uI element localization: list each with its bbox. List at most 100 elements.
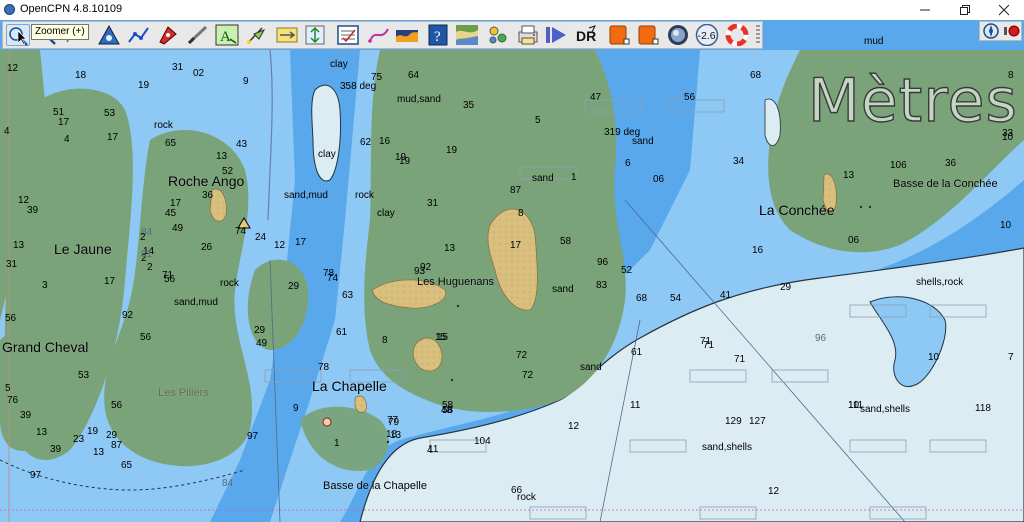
window-titlebar: OpenCPN 4.8.10109 — [0, 0, 1024, 21]
seabed-label: rock — [154, 120, 173, 131]
depth-sounding: 17 — [295, 237, 307, 248]
depth-sounding: 12 — [568, 421, 580, 432]
depth-sounding: 56 — [5, 313, 17, 324]
chart-bar-icon[interactable] — [395, 24, 419, 46]
chart-quilt-icon[interactable] — [455, 24, 479, 46]
place-les-piliers: Les Piliers — [158, 387, 209, 399]
close-icon[interactable] — [984, 0, 1024, 20]
depth-sounding: 9 — [293, 403, 299, 414]
depth-sounding: 24 — [255, 232, 267, 243]
depth-sounding: 31 — [6, 259, 18, 270]
depth-sounding: 71 — [734, 354, 746, 365]
globe-icon[interactable] — [666, 24, 690, 46]
depth-sounding: 53 — [78, 370, 90, 381]
minimize-icon[interactable] — [905, 0, 945, 20]
depth-sounding: 5 — [535, 115, 541, 126]
depth-sounding: 63 — [342, 290, 354, 301]
help-book-icon[interactable]: ? — [426, 24, 450, 46]
depth-sounding: 12 — [7, 63, 19, 74]
depth-sounding: 13 — [216, 151, 228, 162]
main-toolbar: A ? DR -2.6 — [2, 21, 763, 49]
waypoint-flag-icon[interactable] — [244, 24, 268, 46]
seabed-label: sand,mud — [284, 190, 328, 201]
depth-sounding: 17 — [104, 276, 116, 287]
depth-sounding: 17 — [510, 240, 522, 251]
window-title: OpenCPN 4.8.10109 — [20, 3, 123, 15]
depth-sounding: 4 — [64, 134, 70, 145]
orange-square-alt-icon[interactable] — [636, 24, 660, 46]
svg-text:-2.6: -2.6 — [698, 30, 716, 42]
triangle-waypoint-icon[interactable] — [97, 24, 121, 46]
depth-sounding: 43 — [236, 139, 248, 150]
toolbar-grip-icon[interactable] — [756, 25, 760, 45]
depth-sounding: 10 — [928, 352, 940, 363]
dead-reckoning-icon[interactable]: DR — [575, 24, 599, 46]
depth-sounding: 31 — [172, 62, 184, 73]
depth-sounding: 06 — [848, 235, 860, 246]
seabed-label: sand — [552, 284, 574, 295]
layers-icon[interactable] — [486, 24, 510, 46]
track-icon[interactable] — [367, 24, 391, 46]
depth-sounding: 34 — [733, 156, 745, 167]
clay-shoal — [311, 84, 341, 182]
seabed-label: sand,mud — [174, 297, 218, 308]
depth-sounding: 68 — [750, 70, 762, 81]
depth-sounding: 1 — [571, 172, 577, 183]
seabed-label: sand,shells — [860, 404, 911, 415]
depth-sounding: 93 — [414, 266, 426, 277]
seabed-label: mud — [864, 36, 884, 47]
depth-sounding: 61 — [631, 347, 643, 358]
depth-sounding: 19 — [399, 156, 411, 167]
elevation-icon[interactable] — [303, 24, 327, 46]
depth-sounding: 26 — [201, 242, 213, 253]
depth-sounding: 58 — [442, 405, 454, 416]
depth-sounding: 61 — [336, 327, 348, 338]
restore-icon[interactable] — [945, 0, 985, 20]
depth-sounding: 97 — [30, 470, 42, 481]
seabed-label: rock — [220, 278, 239, 289]
play-forward-icon[interactable] — [544, 24, 568, 46]
depth-sounding: 71 — [703, 340, 715, 351]
place-basse-de-la-chapelle: Basse de la Chapelle — [323, 480, 427, 492]
depth-sounding: 75 — [371, 72, 383, 83]
depth-sounding: 11 — [630, 400, 641, 411]
checklist-icon[interactable] — [336, 24, 360, 46]
place-la-chapelle: La Chapelle — [312, 378, 387, 394]
depth-sounding: 7 — [1008, 352, 1014, 363]
lifebuoy-icon[interactable] — [725, 24, 749, 46]
depth-sounding: 15 — [437, 332, 449, 343]
zoom-in-icon[interactable] — [6, 24, 30, 46]
depth-sounding: 54 — [670, 293, 682, 304]
depth-sounding: 3 — [42, 280, 48, 291]
depth-offset-icon[interactable]: -2.6 — [695, 24, 719, 46]
depth-sounding: 87 — [510, 185, 522, 196]
measure-tool-icon[interactable] — [186, 24, 210, 46]
seabed-label: clay — [377, 208, 395, 219]
nautical-chart[interactable]: Mètres Roche Ango Le Jaune Grand Cheval … — [0, 20, 1024, 522]
depth-sounding: 52 — [222, 166, 234, 177]
gps-status-icon[interactable] — [1003, 23, 1021, 44]
depth-sounding: 72 — [522, 370, 534, 381]
depth-sounding: 17 — [107, 132, 119, 143]
depth-sounding: 18 — [75, 70, 87, 81]
depth-sounding: 49 — [256, 338, 268, 349]
compass-icon[interactable] — [983, 23, 999, 44]
depth-sounding: 92 — [122, 310, 134, 321]
place-grand-cheval: Grand Cheval — [2, 339, 89, 355]
place-basse-de-la-conchee: Basse de la Conchée — [893, 178, 998, 190]
depth-sounding: 13 — [390, 430, 402, 441]
depth-sounding: 81 — [141, 249, 153, 260]
text-annotation-icon[interactable]: A — [215, 24, 239, 46]
place-la-conchee: La Conchée — [759, 202, 835, 218]
depth-sounding: 83 — [596, 280, 608, 291]
depth-sounding: 36 — [945, 158, 957, 169]
depth-sounding: 8 — [382, 335, 388, 346]
depth-sounding: 77 — [387, 415, 399, 426]
place-le-jaune: Le Jaune — [54, 241, 112, 257]
boat-icon[interactable] — [156, 24, 180, 46]
polyline-route-icon[interactable] — [127, 24, 151, 46]
orange-square-icon[interactable] — [607, 24, 631, 46]
toolbar-tooltip: Zoomer (+) — [31, 24, 89, 40]
print-icon[interactable] — [516, 24, 540, 46]
tide-arrows-icon[interactable] — [275, 24, 299, 46]
